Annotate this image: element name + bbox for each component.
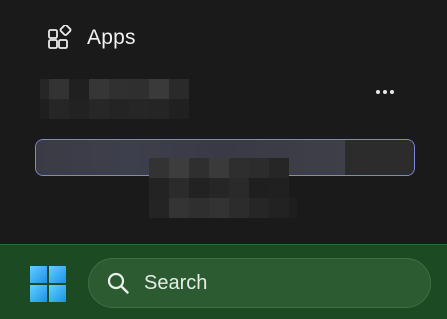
redacted-secondary-text bbox=[149, 158, 289, 178]
search-icon bbox=[107, 272, 129, 294]
windows-logo-icon bbox=[30, 266, 66, 302]
desktop-screen: Apps Search bbox=[0, 0, 447, 319]
redacted-secondary-text-row3 bbox=[149, 198, 297, 218]
more-options-button[interactable] bbox=[367, 80, 403, 104]
start-menu-panel: Apps bbox=[0, 0, 447, 244]
apps-grid-icon bbox=[48, 25, 72, 49]
apps-header[interactable]: Apps bbox=[47, 23, 136, 53]
apps-label: Apps bbox=[87, 26, 136, 49]
redacted-item-title-row2 bbox=[40, 99, 189, 119]
taskbar-search-box[interactable]: Search bbox=[88, 258, 431, 308]
more-ellipsis-icon bbox=[376, 90, 380, 94]
search-label: Search bbox=[144, 271, 208, 294]
start-button[interactable] bbox=[28, 264, 68, 304]
taskbar: Search bbox=[0, 244, 447, 319]
redacted-item-title bbox=[40, 79, 189, 99]
redacted-secondary-text-row2 bbox=[149, 178, 289, 198]
